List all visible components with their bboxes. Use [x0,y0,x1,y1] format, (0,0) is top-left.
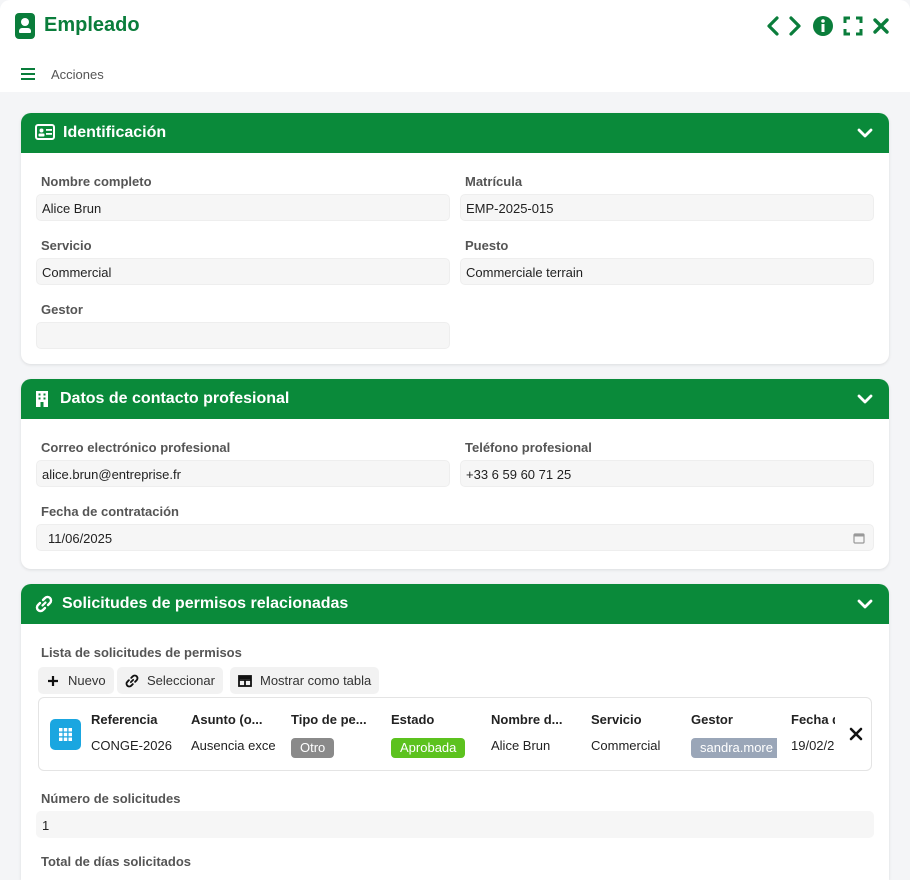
total-days-label: Total de días solicitados [41,854,192,869]
request-count-field[interactable]: 1 [36,811,874,838]
close-icon[interactable] [870,14,892,38]
actions-menu[interactable]: Acciones [51,67,104,82]
select-button-label: Seleccionar [147,673,215,688]
full-name-label: Nombre completo [41,174,152,189]
cell-subject: Ausencia exce [191,738,276,753]
employee-id-label: Matrícula [465,174,523,189]
chevron-right-icon[interactable] [784,14,806,38]
grid-icon [50,719,81,750]
contact-panel-header[interactable]: Datos de contacto profesional [21,379,889,419]
work-phone-label: Teléfono profesional [465,440,592,455]
work-email-field[interactable]: alice.brun@entreprise.fr [36,460,450,487]
new-button-label: Nuevo [68,673,106,688]
service-label: Servicio [41,238,92,253]
leave-requests-panel-header[interactable]: Solicitudes de permisos relacionadas [21,584,889,624]
show-as-table-button[interactable]: Mostrar como tabla [230,667,380,694]
hire-date-field[interactable]: 11/06/2025 [36,524,874,551]
work-phone-field[interactable]: +33 6 59 60 71 25 [460,460,874,487]
leave-requests-title: Solicitudes de permisos relacionadas [62,595,349,612]
chevron-down-icon[interactable] [857,392,873,406]
type-badge: Otro [291,738,335,758]
chevron-down-icon[interactable] [857,126,873,140]
remove-row-icon[interactable] [849,727,863,741]
column-header-date: Fecha d [791,712,835,727]
leave-list-label: Lista de solicitudes de permisos [41,645,242,660]
hire-date-value: 11/06/2025 [48,531,113,546]
full-name-field[interactable]: Alice Brun [36,194,450,221]
id-card-icon [35,124,55,142]
cell-date: 19/02/2 [791,738,835,753]
manager-tag: sandra.more [691,738,777,758]
table-icon [238,674,252,688]
window-header: Empleado Acciones [0,0,910,92]
new-button[interactable]: Nuevo [38,667,114,694]
window-title: Empleado [44,14,140,36]
link-icon [35,595,55,613]
leave-requests-panel: Solicitudes de permisos relacionadas Lis… [21,584,889,880]
hire-date-label: Fecha de contratación [41,504,179,519]
employee-id-field[interactable]: EMP-2025-015 [460,194,874,221]
manager-field[interactable] [36,322,450,349]
cell-reference: CONGE-2026 [91,738,172,753]
column-header-name: Nombre d... [491,712,563,727]
column-header-type: Tipo de pe... [291,712,367,727]
column-header-status: Estado [391,712,435,727]
select-button[interactable]: Seleccionar [117,667,223,694]
identification-panel-header[interactable]: Identificación [21,113,889,153]
cell-service: Commercial [591,738,661,753]
column-header-manager: Gestor [691,712,733,727]
status-badge: Aprobada [391,738,466,758]
cell-name: Alice Brun [491,738,551,753]
employee-badge-icon [15,13,35,39]
calendar-icon[interactable] [853,532,865,547]
request-count-label: Número de solicitudes [41,791,181,806]
info-icon[interactable] [812,14,834,38]
plus-icon [46,674,60,688]
building-icon [35,390,55,408]
chevron-down-icon[interactable] [857,597,873,611]
identification-panel: Identificación Nombre completo Alice Bru… [21,113,889,364]
column-header-reference: Referencia [91,712,158,727]
service-field[interactable]: Commercial [36,258,450,285]
show-as-table-label: Mostrar como tabla [260,673,372,688]
menu-icon[interactable] [21,68,35,80]
contact-title: Datos de contacto profesional [60,390,290,407]
link-icon [125,674,139,688]
leave-request-row[interactable]: Referencia Asunto (o... Tipo de pe... Es… [38,697,872,771]
chevron-left-icon[interactable] [762,14,784,38]
column-header-service: Servicio [591,712,642,727]
fullscreen-icon[interactable] [842,14,864,38]
work-email-label: Correo electrónico profesional [41,440,231,455]
identification-title: Identificación [63,124,167,141]
contact-panel: Datos de contacto profesional Correo ele… [21,379,889,569]
manager-label: Gestor [41,302,83,317]
column-header-subject: Asunto (o... [191,712,263,727]
position-label: Puesto [465,238,509,253]
position-field[interactable]: Commerciale terrain [460,258,874,285]
